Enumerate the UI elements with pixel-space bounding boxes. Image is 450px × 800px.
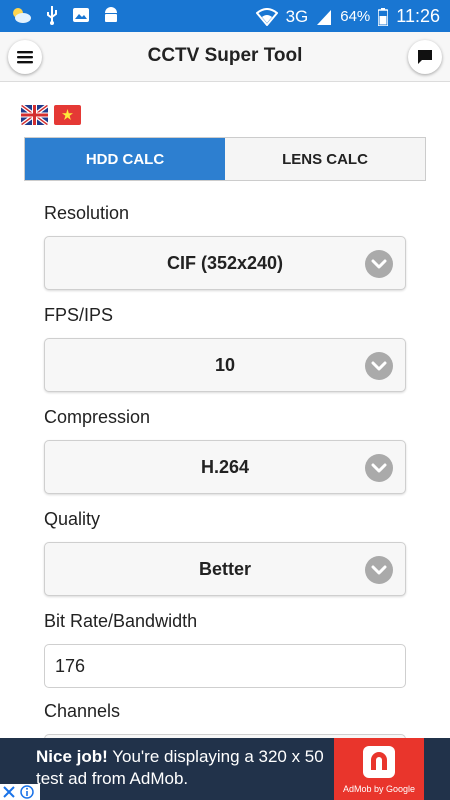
language-selector [21,105,81,125]
resolution-select[interactable]: CIF (352x240) [44,236,406,290]
weather-icon [13,8,31,23]
bitrate-input[interactable]: 176 [44,644,406,688]
quality-select[interactable]: Better [44,542,406,596]
hdd-calc-form: Resolution CIF (352x240) FPS/IPS 10 Comp… [44,198,406,754]
status-bar: 3G 64% 11:26 [0,0,450,32]
ad-brand: AdMob by Google [342,784,416,794]
clock: 11:26 [396,6,440,26]
app-title: CCTV Super Tool [147,45,303,66]
ad-banner[interactable]: Nice job! You're displaying a 320 x 50 t… [0,738,450,800]
usb-icon [47,6,57,25]
admob-icon [363,746,395,778]
network-type: 3G [285,6,309,26]
photo-icon [73,8,89,22]
admob-logo: AdMob by Google [334,738,424,800]
close-icon[interactable] [2,785,16,799]
ad-text: Nice job! You're displaying a 320 x 50 t… [36,746,326,790]
info-icon[interactable] [20,785,34,799]
fps-value: 10 [214,354,236,375]
android-icon [105,7,117,22]
battery-percent: 64% [340,8,371,25]
compression-select[interactable]: H.264 [44,440,406,494]
bitrate-label: Bit Rate/Bandwidth [44,611,198,631]
chevron-down-icon [365,556,393,584]
wifi-icon [255,7,278,26]
signal-icon [317,9,332,25]
tab-hdd-calc[interactable]: HDD CALC [25,138,225,180]
fps-label: FPS/IPS [44,305,114,325]
vietnamese-flag-icon[interactable] [54,105,81,125]
chat-icon [418,50,432,64]
fps-select[interactable]: 10 [44,338,406,392]
quality-value: Better [198,558,251,579]
chevron-down-icon [365,352,393,380]
ad-headline: Nice job! [36,747,108,766]
english-flag-icon[interactable] [21,105,48,125]
bitrate-value: 176 [55,655,86,676]
resolution-value: CIF (352x240) [166,252,284,273]
chevron-down-icon [365,454,393,482]
app-bar: CCTV Super Tool [0,32,450,82]
chevron-down-icon [365,250,393,278]
battery-icon [378,7,389,26]
chat-button[interactable] [408,40,442,74]
channels-label: Channels [44,701,121,721]
resolution-label: Resolution [44,203,130,223]
ad-controls [0,784,40,800]
tab-lens-calc[interactable]: LENS CALC [225,138,425,180]
calculator-tabs: HDD CALC LENS CALC [24,137,426,181]
compression-label: Compression [44,407,151,427]
quality-label: Quality [44,509,101,529]
compression-value: H.264 [200,456,250,477]
